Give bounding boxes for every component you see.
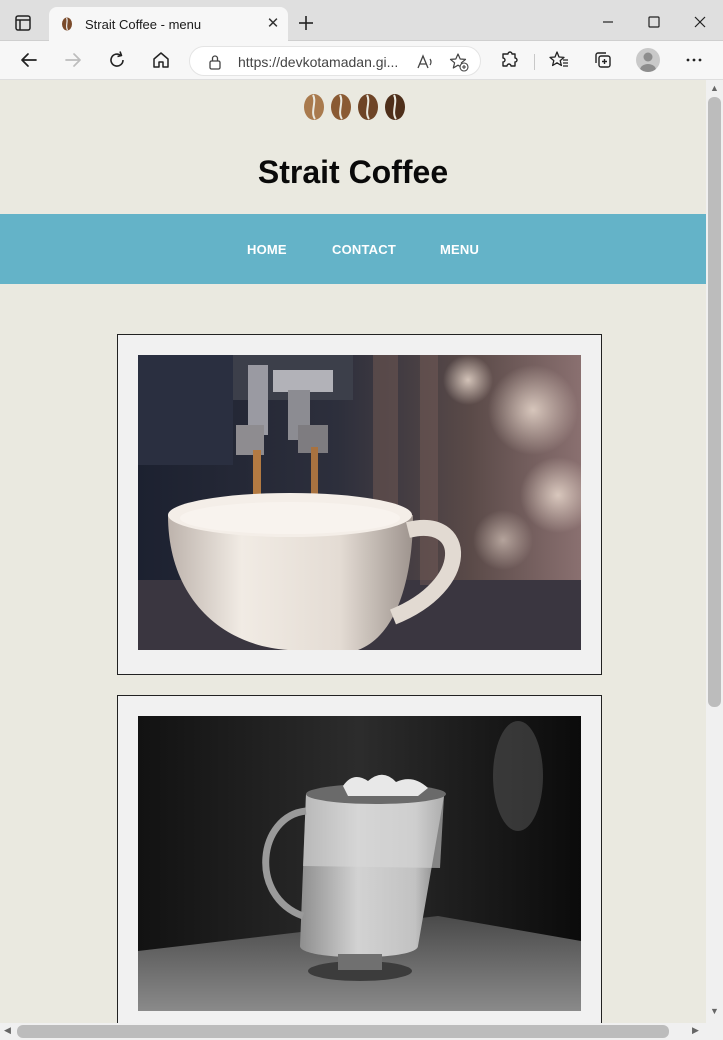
- nav-contact-link[interactable]: CONTACT: [332, 242, 396, 257]
- maximize-icon[interactable]: [642, 10, 666, 34]
- vertical-scroll-thumb[interactable]: [708, 97, 721, 707]
- profile-icon[interactable]: [636, 48, 660, 72]
- coffee-beans-logo-icon: [304, 94, 405, 120]
- minimize-icon[interactable]: [596, 10, 620, 34]
- lock-icon[interactable]: [208, 54, 222, 70]
- main-nav: HOME CONTACT MENU: [0, 214, 706, 284]
- scrollbar-corner: [706, 1023, 723, 1040]
- address-text[interactable]: https://devkotamadan.gi...: [238, 54, 403, 70]
- extensions-icon[interactable]: [497, 48, 521, 72]
- forward-icon[interactable]: [61, 48, 85, 72]
- espresso-photo: [138, 355, 581, 650]
- menu-card: [117, 334, 602, 675]
- new-tab-icon[interactable]: [295, 12, 317, 34]
- browser-tab[interactable]: Strait Coffee - menu ✕: [49, 7, 288, 41]
- back-icon[interactable]: [17, 48, 41, 72]
- favorites-icon[interactable]: [547, 48, 571, 72]
- toolbar-divider: [534, 54, 535, 70]
- scroll-left-icon[interactable]: ◀: [4, 1025, 11, 1036]
- latte-photo: [138, 716, 581, 1011]
- close-window-icon[interactable]: [688, 10, 712, 34]
- site-title: Strait Coffee: [257, 154, 449, 190]
- read-aloud-icon[interactable]: [414, 51, 436, 73]
- scroll-up-icon[interactable]: ▲: [710, 83, 719, 93]
- horizontal-scroll-thumb[interactable]: [17, 1025, 669, 1038]
- more-icon[interactable]: [682, 48, 706, 72]
- tab-title: Strait Coffee - menu: [85, 17, 202, 32]
- add-favorite-icon[interactable]: [448, 51, 470, 73]
- coffee-bean-favicon: [62, 17, 72, 31]
- page-viewport: Strait Coffee HOME CONTACT MENU: [0, 80, 706, 1023]
- horizontal-scrollbar[interactable]: ◀ ▶: [0, 1023, 706, 1040]
- nav-menu-link[interactable]: MENU: [440, 242, 479, 257]
- tab-close-icon[interactable]: ✕: [264, 15, 282, 33]
- address-bar[interactable]: https://devkotamadan.gi...: [189, 46, 481, 76]
- scroll-right-icon[interactable]: ▶: [692, 1025, 699, 1036]
- menu-card: [117, 695, 602, 1023]
- tab-actions-icon[interactable]: [12, 12, 34, 34]
- home-icon[interactable]: [149, 48, 173, 72]
- browser-toolbar: https://devkotamadan.gi...: [0, 41, 723, 80]
- collections-icon[interactable]: [591, 48, 615, 72]
- refresh-icon[interactable]: [105, 48, 129, 72]
- tab-bar: Strait Coffee - menu ✕: [0, 0, 723, 41]
- nav-home-link[interactable]: HOME: [247, 242, 287, 257]
- scroll-down-icon[interactable]: ▼: [710, 1006, 719, 1016]
- vertical-scrollbar[interactable]: ▲ ▼: [706, 80, 723, 1023]
